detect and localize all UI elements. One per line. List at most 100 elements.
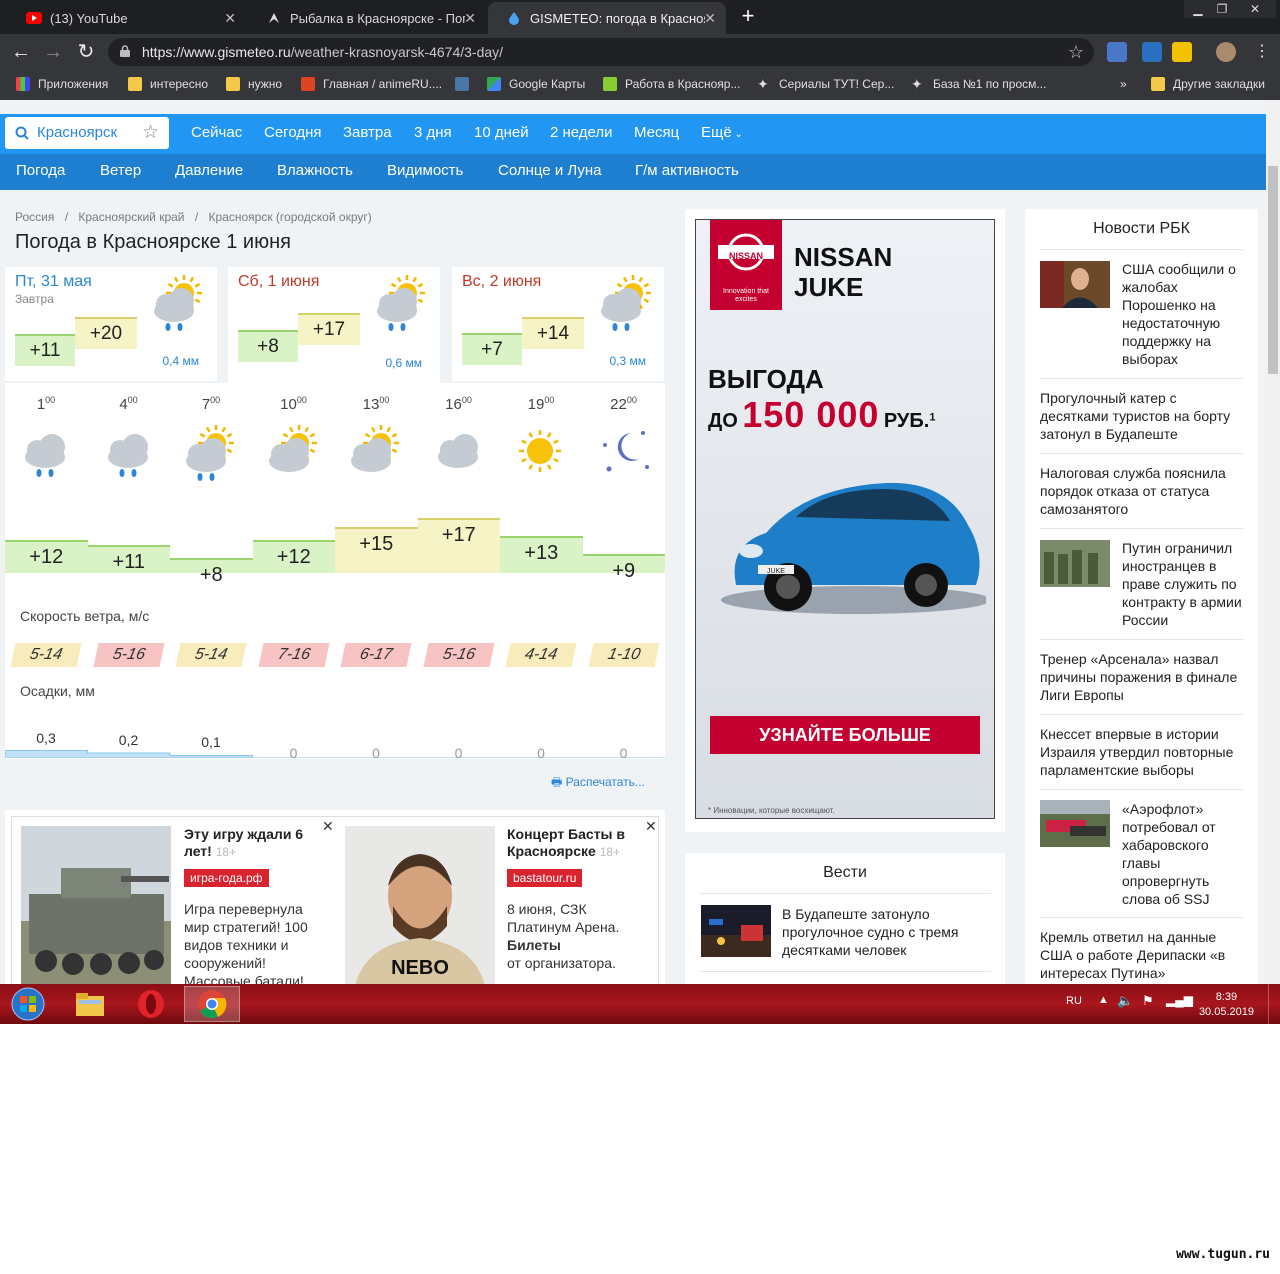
subnav-wind[interactable]: Ветер [100,162,141,179]
news-thumbnail[interactable] [1040,540,1110,587]
learn-more-button[interactable]: УЗНАЙТЕ БОЛЬШЕ [710,716,980,754]
breadcrumb-item[interactable]: Россия [15,210,54,224]
bookmark-baza[interactable]: ✦ База №1 по просм... [911,77,1046,91]
day-card[interactable]: Пт, 31 мая Завтра +11 +20 0,4 мм [5,267,217,381]
ad-title-text: Эту игру ждали 6 лет! [184,826,304,859]
news-item[interactable]: В Будапеште затонуло прогулочное судно с… [782,905,982,959]
hour-value: 1 [36,396,46,413]
subnav-pressure[interactable]: Давление [175,162,243,179]
address-bar[interactable]: https://www.gismeteo.ru/weather-krasnoya… [108,38,1094,66]
chrome-taskbar-button[interactable] [184,986,240,1022]
restore-button[interactable]: ❐ [1208,0,1236,18]
action-center-flag-icon[interactable]: ⚑ [1142,993,1154,1009]
news-item[interactable]: Кнессет впервые в истории Израиля утверд… [1040,725,1245,779]
page-scrollbar[interactable] [1266,100,1280,984]
close-window-button[interactable]: ✕ [1234,0,1276,18]
breadcrumb-item[interactable]: Красноярский край [78,210,184,224]
day-card-selected[interactable]: Сб, 1 июня +8 +17 0,6 мм [228,267,440,383]
tab-now[interactable]: Сейчас [191,124,242,141]
news-thumbnail[interactable] [1040,261,1110,308]
close-icon[interactable]: ✕ [224,10,236,27]
network-signal-icon[interactable]: ▂▄▆ [1166,993,1193,1007]
breadcrumb-item[interactable]: Красноярск (городской округ) [209,210,372,224]
ad-title[interactable]: Эту игру ждали 6 лет! 18+ [184,826,324,861]
bookmark-folder-interesno[interactable]: интересно [128,77,208,91]
tab-month[interactable]: Месяц [634,124,679,141]
tab-more[interactable]: Ещё ⌄ [701,124,743,141]
close-icon[interactable]: ✕ [645,818,657,835]
explorer-taskbar-button[interactable] [62,986,118,1022]
news-item[interactable]: «Аэрофлот» потребовал от хабаровского гл… [1122,800,1242,908]
ad-domain-tag[interactable]: игра-года.рф [184,869,269,887]
wind-speed-badge: 5-14 [175,643,247,667]
favorite-star-icon[interactable]: ☆ [142,117,159,149]
bookmark-vk[interactable] [455,77,477,91]
subnav-geomagnetic[interactable]: Г/м активность [635,162,739,179]
hour-value: 4 [119,396,128,413]
forward-arrow-icon[interactable]: → [41,40,65,64]
tank-game-image[interactable] [21,826,171,984]
news-item[interactable]: Тренер «Арсенала» назвал причины поражен… [1040,650,1245,704]
bookmarks-overflow-button[interactable]: » [1120,77,1127,91]
start-button[interactable] [0,986,56,1022]
news-item[interactable]: Прогулочный катер с десятками туристов н… [1040,389,1245,443]
translate-extension-icon[interactable] [1107,42,1127,62]
cloud-sun-rain-icon [601,275,651,331]
close-icon[interactable]: ✕ [464,10,476,27]
tab-10-days[interactable]: 10 дней [474,124,529,141]
close-icon[interactable]: ✕ [704,10,716,27]
subnav-humidity[interactable]: Влажность [277,162,353,179]
ad-title[interactable]: Концерт Басты в Красноярске 18+ [507,826,652,861]
tab-fishing[interactable]: Рыбалка в Красноярске - Попла ✕ [248,2,486,34]
nissan-banner[interactable]: NISSAN Innovation that excites NISSAN JUK… [695,219,995,819]
tab-3-days[interactable]: 3 дня [414,124,452,141]
profile-avatar[interactable] [1216,42,1236,62]
menu-dots-icon[interactable]: ⋮ [1250,40,1274,64]
news-item[interactable]: США сообщили о жалобах Порошенко на недо… [1122,260,1242,368]
close-icon[interactable]: ✕ [322,818,334,835]
basta-concert-image[interactable]: NEBO [345,826,495,984]
vpn-off-extension-icon[interactable] [1142,42,1162,62]
opera-taskbar-button[interactable] [123,986,179,1022]
reload-icon[interactable]: ↻ [74,40,98,64]
gismeteo-drop-icon [506,10,522,26]
subnav-visibility[interactable]: Видимость [387,162,463,179]
show-desktop-button[interactable] [1268,984,1280,1024]
clock-extension-icon[interactable] [1172,42,1192,62]
bookmark-folder-nuzhno[interactable]: нужно [226,77,282,91]
bookmark-serials[interactable]: ✦ Сериалы ТУТ! Сер... [757,77,894,91]
subnav-sun-moon[interactable]: Солнце и Луна [498,162,602,179]
temperature-bar: +11 [87,544,170,573]
tab-gismeteo[interactable]: GISMETEO: погода в Красноярс ✕ [488,2,726,34]
news-thumbnail[interactable] [701,905,771,957]
tab-today[interactable]: Сегодня [264,124,322,141]
city-search-input[interactable]: Красноярск ☆ [5,117,169,149]
bookmark-other[interactable]: Другие закладки [1151,77,1265,91]
bookmark-apps[interactable]: Приложения [16,77,108,91]
news-item[interactable]: Кремль ответил на данные США о работе Де… [1040,928,1245,982]
bookmark-job[interactable]: Работа в Краснояр... [603,77,740,91]
tab-youtube[interactable]: (13) YouTube ✕ [8,2,246,34]
tab-2-weeks[interactable]: 2 недели [550,124,613,141]
ad-domain-tag[interactable]: bastatour.ru [507,869,583,887]
tab-tomorrow[interactable]: Завтра [343,124,392,141]
subnav-weather[interactable]: Погода [16,162,65,179]
bookmark-animeru[interactable]: Главная / animeRU.... [301,77,442,91]
system-clock[interactable]: 8:39 30.05.2019 [1199,990,1254,1020]
day-high-temp: +20 [75,317,137,349]
tray-expand-icon[interactable]: ▲ [1098,994,1109,1006]
language-indicator[interactable]: RU [1066,995,1082,1007]
volume-icon[interactable]: 🔈 [1117,993,1133,1009]
news-thumbnail[interactable] [1040,800,1110,847]
minute-value: 00 [210,395,221,405]
wind-speed-badge: 1-10 [587,643,660,667]
news-item[interactable]: Налоговая служба пояснила порядок отказа… [1040,464,1245,518]
news-item[interactable]: Путин ограничил иностранцев в праве служ… [1122,539,1244,629]
print-link[interactable]: 🖶 Распечатать... [551,773,645,794]
bookmark-star-icon[interactable]: ☆ [1068,38,1084,66]
day-card[interactable]: Вс, 2 июня +7 +14 0,3 мм [452,267,664,381]
new-tab-button[interactable]: + [737,5,759,28]
bookmark-google-maps[interactable]: Google Карты [487,77,585,91]
scrollbar-thumb[interactable] [1268,166,1278,374]
back-arrow-icon[interactable]: ← [9,40,33,64]
